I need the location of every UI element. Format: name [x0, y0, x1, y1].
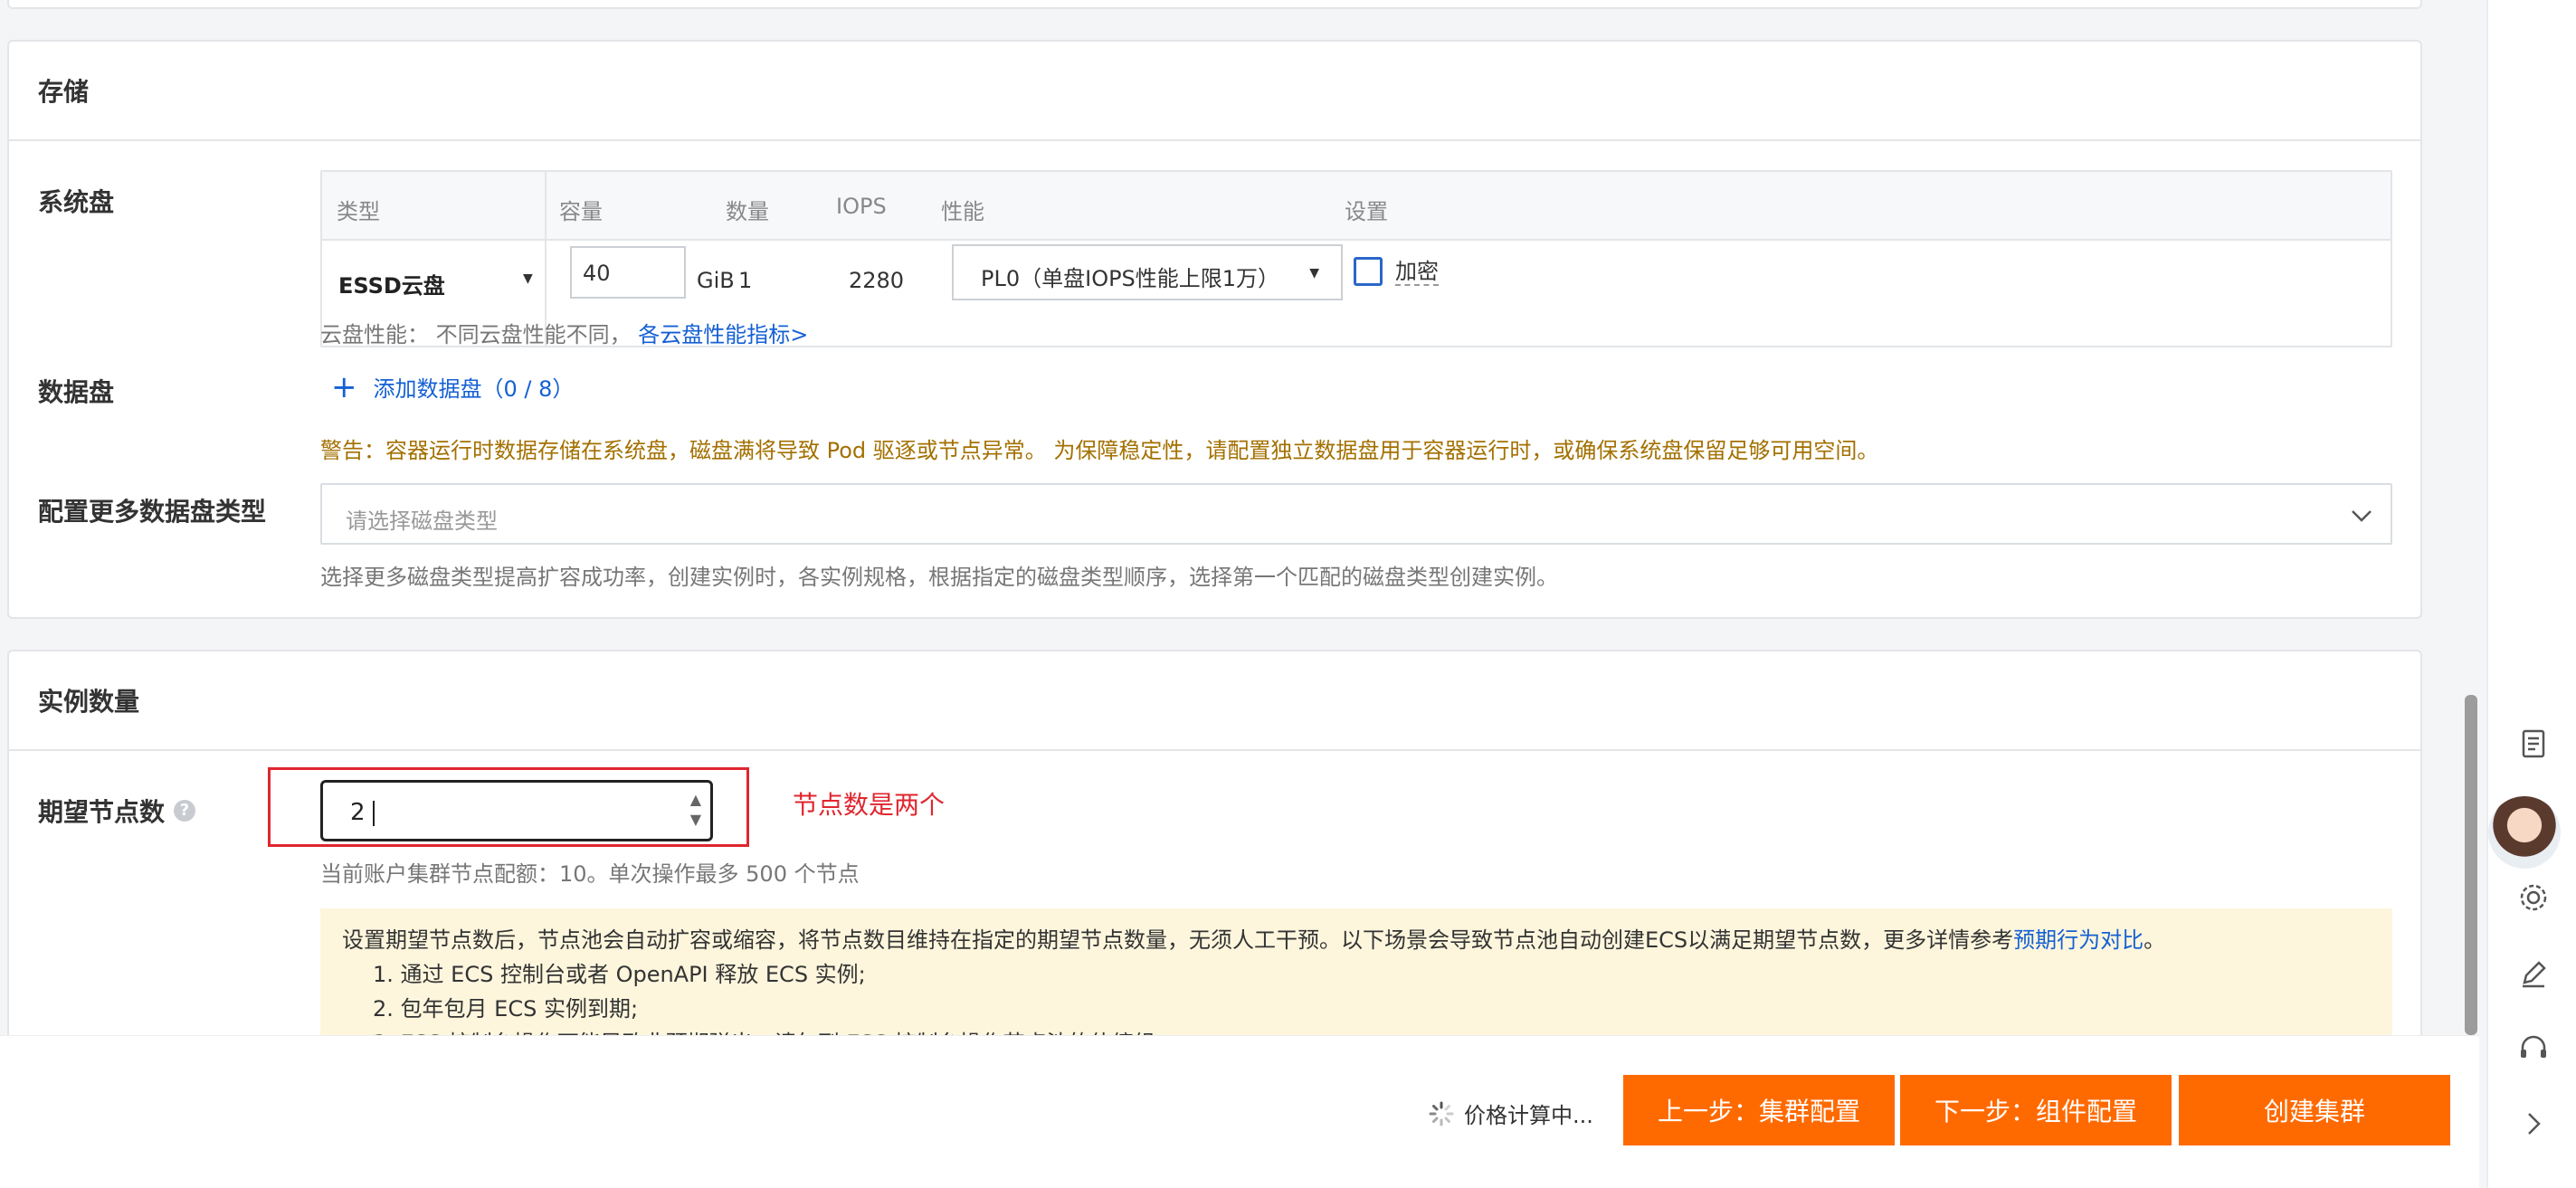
annotation-note: 节点数是两个 [793, 790, 946, 820]
plus-icon: + [331, 368, 357, 405]
performance-hint-text: 不同云盘性能不同， [435, 322, 632, 347]
disk-type-placeholder: 请选择磁盘类型 [346, 508, 498, 534]
header-performance: 性能 [941, 199, 984, 224]
chevron-down-icon [2352, 510, 2372, 522]
scrollbar-thumb[interactable] [2465, 695, 2477, 1035]
notice-item: 1. 通过 ECS 控制台或者 OpenAPI 释放 ECS 实例; [373, 962, 866, 987]
encrypt-checkbox[interactable] [1354, 257, 1383, 286]
capacity-unit: GiB [697, 268, 735, 293]
header-capacity: 容量 [559, 199, 603, 224]
desired-nodes-input[interactable]: 2 ▲ ▼ [320, 780, 713, 841]
quota-hint: 当前账户集群节点配额：10。单次操作最多 500 个节点 [320, 861, 860, 887]
disk-performance-link[interactable]: 各云盘性能指标> [638, 322, 808, 347]
storage-title: 存储 [9, 42, 2420, 141]
notice-main-text: 设置期望节点数后，节点池会自动扩容或缩容，将节点数目维持在指定的期望节点数量，无… [342, 927, 2014, 953]
caret-down-icon: ▼ [1309, 266, 1319, 280]
disk-type-select[interactable]: ESSD云盘 ▼ [322, 241, 545, 304]
desired-nodes-label: 期望节点数 [38, 797, 166, 827]
right-tool-rail [2486, 0, 2576, 1188]
header-count: 数量 [726, 199, 769, 224]
gear-icon[interactable] [2515, 879, 2552, 916]
storage-card: 存储 系统盘 类型 容量 数量 IOPS 性能 设置 ESSD云盘 ▼ 40 G… [7, 40, 2422, 619]
price-calculating: 价格计算中... [1428, 1098, 1593, 1129]
number-stepper[interactable]: ▲ ▼ [690, 790, 701, 830]
previous-section-card [7, 0, 2422, 9]
page: 存储 系统盘 类型 容量 数量 IOPS 性能 设置 ESSD云盘 ▼ 40 G… [0, 0, 2576, 1188]
price-calc-text: 价格计算中... [1464, 1103, 1593, 1128]
stepper-up-icon[interactable]: ▲ [690, 790, 701, 810]
notice-main: 设置期望节点数后，节点池会自动扩容或缩容，将节点数目维持在指定的期望节点数量，无… [342, 923, 2371, 957]
performance-hint-prefix: 云盘性能： [320, 322, 429, 347]
disk-type-dropdown[interactable]: 请选择磁盘类型 [320, 483, 2392, 545]
document-icon[interactable] [2515, 726, 2552, 762]
disk-count: 1 [738, 268, 753, 293]
capacity-input[interactable]: 40 [570, 246, 686, 299]
header-settings: 设置 [1345, 199, 1388, 224]
disk-table-header: 类型 容量 数量 IOPS 性能 设置 [322, 172, 2391, 241]
loading-spinner-icon [1429, 1101, 1454, 1126]
data-disk-label: 数据盘 [38, 377, 115, 407]
prev-step-button[interactable]: 上一步：集群配置 [1623, 1075, 1895, 1145]
disk-type-value: ESSD云盘 [338, 273, 445, 299]
edit-icon[interactable] [2515, 955, 2552, 992]
footer-bar: 价格计算中... 上一步：集群配置 下一步：组件配置 创建集群 [0, 1035, 2479, 1188]
text-caret [372, 800, 375, 826]
caret-down-icon: ▼ [523, 271, 533, 286]
header-type: 类型 [337, 199, 380, 224]
encrypt-label[interactable]: 加密 [1395, 259, 1439, 286]
assistant-avatar[interactable] [2488, 796, 2561, 869]
more-disk-types-label: 配置更多数据盘类型 [38, 497, 267, 527]
header-iops: IOPS [836, 194, 887, 219]
disk-iops: 2280 [849, 268, 905, 293]
help-icon[interactable]: ? [174, 800, 196, 822]
headset-icon[interactable] [2515, 1030, 2552, 1066]
next-step-button[interactable]: 下一步：组件配置 [1900, 1075, 2172, 1145]
notice-end: 。 [2143, 927, 2166, 953]
desired-nodes-row-label: 期望节点数 ? [38, 793, 196, 829]
storage-warning: 警告：容器运行时数据存储在系统盘，磁盘满将导致 Pod 驱逐或节点异常。 为保障… [320, 438, 1879, 463]
expected-behavior-link[interactable]: 预期行为对比 [2013, 927, 2143, 953]
chevron-right-icon[interactable] [2515, 1106, 2552, 1142]
create-cluster-button[interactable]: 创建集群 [2179, 1075, 2450, 1145]
desired-nodes-value: 2 [350, 799, 366, 826]
add-data-disk-button[interactable]: + 添加数据盘（0 / 8） [331, 371, 574, 403]
system-disk-label: 系统盘 [38, 187, 115, 217]
more-types-hint: 选择更多磁盘类型提高扩容成功率，创建实例时，各实例规格，根据指定的磁盘类型顺序，… [320, 565, 1558, 590]
stepper-down-icon[interactable]: ▼ [690, 810, 701, 830]
notice-item: 2. 包年包月 ECS 实例到期; [373, 996, 639, 1022]
add-data-disk-label: 添加数据盘（0 / 8） [373, 376, 575, 402]
performance-hint: 云盘性能： 不同云盘性能不同， 各云盘性能指标> [320, 317, 808, 348]
performance-value: PL0（单盘IOPS性能上限1万） [981, 266, 1280, 291]
performance-select[interactable]: PL0（单盘IOPS性能上限1万） ▼ [952, 244, 1343, 300]
instance-count-title: 实例数量 [9, 651, 2420, 751]
